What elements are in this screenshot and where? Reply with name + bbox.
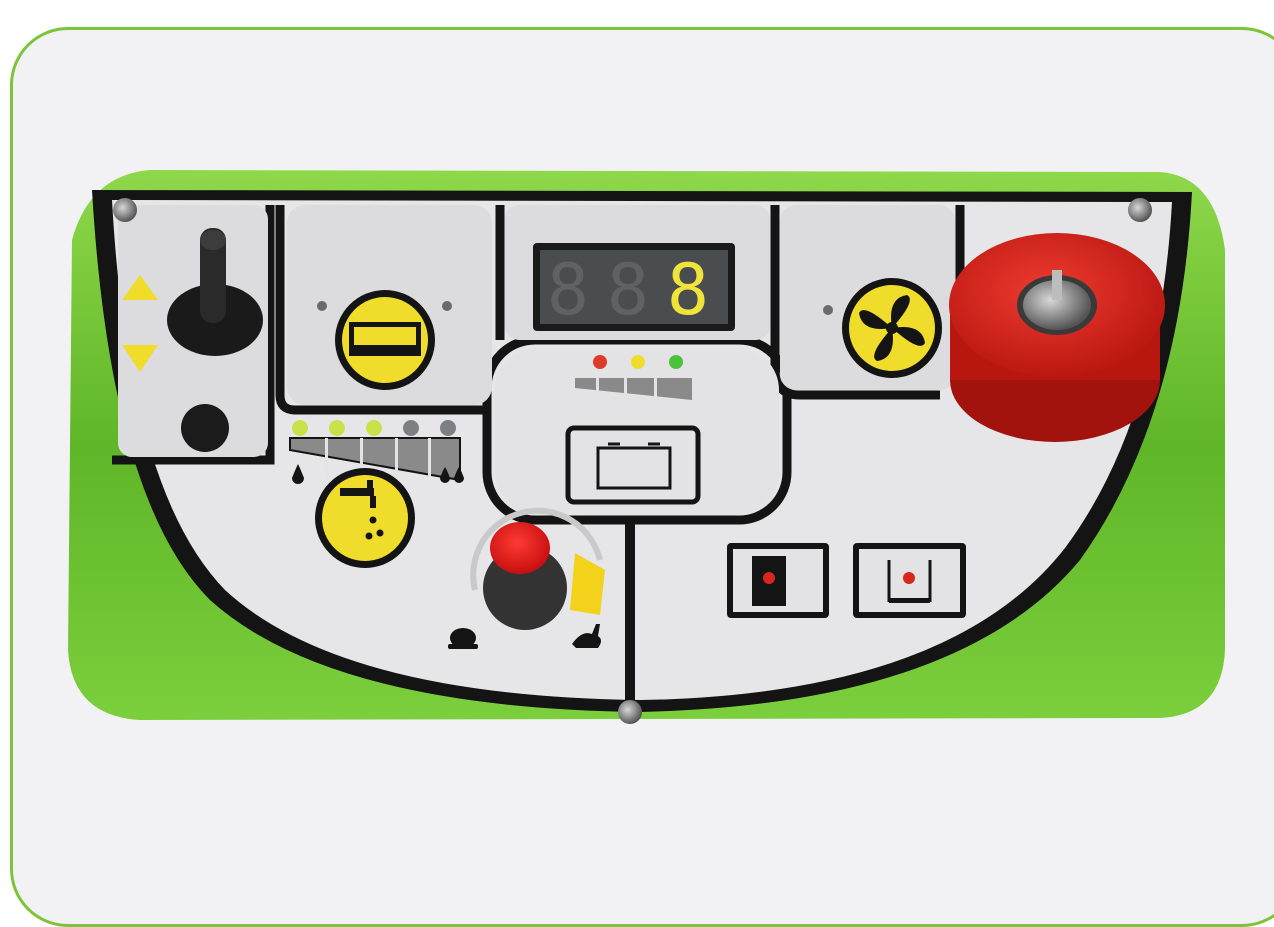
digital-display: 888 xyxy=(533,243,735,331)
display-digit: 8 xyxy=(667,249,709,331)
emergency-stop-button xyxy=(949,233,1165,442)
water-flow-led xyxy=(403,420,419,436)
water-flow-led xyxy=(366,420,382,436)
water-flow-led xyxy=(440,420,456,436)
water-flow-led xyxy=(292,420,308,436)
screw-top-left xyxy=(113,198,137,222)
display-digit: 8 xyxy=(547,249,589,331)
lever-button xyxy=(181,404,229,452)
display-digit: 8 xyxy=(607,249,649,331)
battery-led xyxy=(631,355,645,369)
water-flow-led xyxy=(329,420,345,436)
screw-top-right xyxy=(1128,198,1152,222)
battery-led xyxy=(593,355,607,369)
control-panel-illustration: 888 xyxy=(68,170,1225,724)
screw-bottom xyxy=(618,700,642,724)
battery-led xyxy=(669,355,683,369)
vacuum-switch xyxy=(853,543,966,618)
brush-motor-switch xyxy=(727,543,829,618)
